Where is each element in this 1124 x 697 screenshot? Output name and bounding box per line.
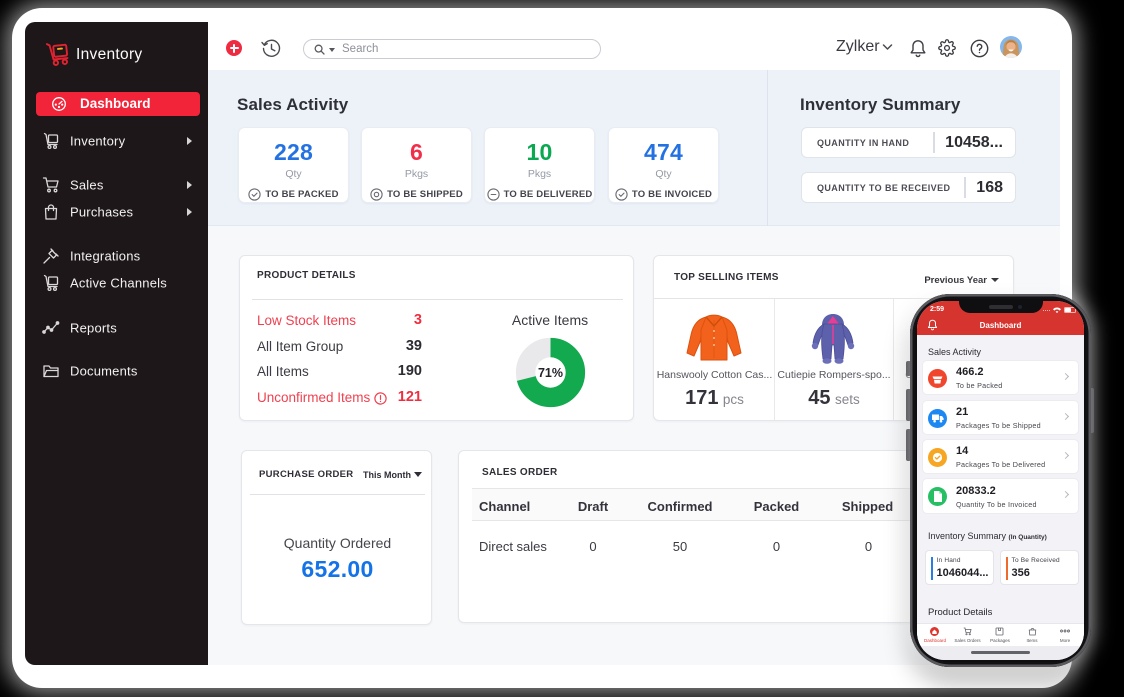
svg-text:71%: 71% [538,366,563,380]
